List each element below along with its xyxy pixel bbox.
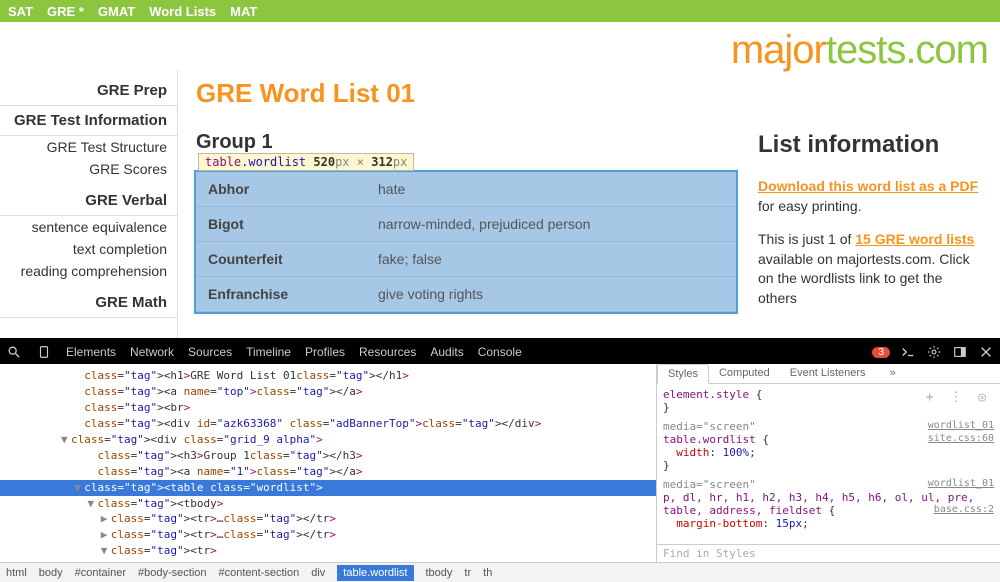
listinfo-para: This is just 1 of 15 GRE word lists avai… — [758, 230, 982, 308]
table-row: Enfranchisegive voting rights — [196, 277, 736, 312]
all-wordlists-link[interactable]: 15 GRE word lists — [855, 231, 974, 247]
inspector-tooltip: table.wordlist 520px × 312px — [198, 153, 414, 171]
dom-node[interactable]: ▶class="tag"><tr>…class="tag"></tr> — [0, 527, 656, 543]
crumb-container[interactable]: #container — [75, 567, 126, 579]
close-icon[interactable] — [978, 344, 994, 360]
logo-row: majortests.com — [0, 22, 1000, 70]
dock-icon[interactable] — [952, 344, 968, 360]
crumb-body[interactable]: body — [39, 567, 63, 579]
styles-panel: Styles Computed Event Listeners » elemen… — [656, 364, 1000, 562]
table-row: Abhorhate — [196, 172, 736, 207]
nav-mat[interactable]: MAT — [230, 4, 257, 19]
download-para: Download this word list as a PDF for eas… — [758, 177, 982, 216]
dom-node[interactable]: class="tag"><a name="1">class="tag"></a> — [0, 464, 656, 480]
devtools-panel: Elements Network Sources Timeline Profil… — [0, 338, 1000, 582]
dom-node[interactable]: ▼class="tag"><table class="wordlist"> — [0, 480, 656, 496]
device-icon[interactable] — [36, 344, 52, 360]
tab-sources[interactable]: Sources — [188, 345, 232, 359]
dom-node[interactable]: ▼class="tag"><div class="grid_9 alpha"> — [0, 432, 656, 448]
sidebar-head-10: GRE Math — [0, 288, 177, 318]
wordlist-table: AbhorhateBigotnarrow-minded, prejudiced … — [196, 172, 736, 312]
top-nav: SAT GRE * GMAT Word Lists MAT — [0, 0, 1000, 22]
styles-tab-styles[interactable]: Styles — [657, 364, 709, 384]
table-row: Counterfeitfake; false — [196, 242, 736, 277]
crumb-html[interactable]: html — [6, 567, 27, 579]
page-title: GRE Word List 01 — [196, 78, 982, 109]
sidebar-item-8[interactable]: reading comprehension — [0, 260, 177, 282]
css-rule[interactable]: media="screen"wordlist_01p, dl, hr, h1, … — [663, 478, 994, 530]
word-cell: Enfranchise — [196, 277, 366, 312]
listinfo-heading: List information — [758, 131, 982, 159]
crumb-tr[interactable]: tr — [464, 567, 471, 579]
nav-gmat[interactable]: GMAT — [98, 4, 135, 19]
def-cell: fake; false — [366, 242, 736, 277]
word-cell: Counterfeit — [196, 242, 366, 277]
dom-node[interactable]: class="tag"><div id="azk63368" class="ad… — [0, 416, 656, 432]
crumb-tbody[interactable]: tbody — [426, 567, 453, 579]
sidebar-item-2[interactable]: GRE Test Structure — [0, 136, 177, 158]
crumb-tablewordlist[interactable]: table.wordlist — [337, 565, 413, 581]
nav-gre[interactable]: GRE * — [47, 4, 84, 19]
logo-part2: tests.com — [826, 28, 988, 72]
tab-timeline[interactable]: Timeline — [246, 345, 291, 359]
word-cell: Bigot — [196, 207, 366, 242]
devtools-toolbar: Elements Network Sources Timeline Profil… — [0, 340, 1000, 364]
site-logo[interactable]: majortests.com — [731, 28, 988, 68]
style-tools[interactable]: + ⋮ ◎ — [926, 390, 990, 405]
elements-tree[interactable]: class="tag"><h1>GRE Word List 01class="t… — [0, 364, 656, 562]
sidebar: GRE PrepGRE Test InformationGRE Test Str… — [0, 70, 178, 338]
search-icon[interactable] — [6, 344, 22, 360]
error-badge[interactable]: 3 — [872, 347, 890, 358]
def-cell: narrow-minded, prejudiced person — [366, 207, 736, 242]
sidebar-item-7[interactable]: text completion — [0, 238, 177, 260]
tab-console[interactable]: Console — [478, 345, 522, 359]
css-rule[interactable]: media="screen"wordlist_01table.wordlist … — [663, 420, 994, 472]
dom-node[interactable]: class="tag"><h3>Group 1class="tag"></h3> — [0, 448, 656, 464]
logo-part1: major — [731, 28, 826, 72]
dom-node[interactable]: class="tag"><a name="top">class="tag"></… — [0, 384, 656, 400]
find-in-styles[interactable]: Find in Styles — [657, 544, 1000, 562]
table-row: Bigotnarrow-minded, prejudiced person — [196, 207, 736, 242]
console-toggle-icon[interactable] — [900, 344, 916, 360]
nav-wordlists[interactable]: Word Lists — [149, 4, 216, 19]
crumb-div[interactable]: div — [311, 567, 325, 579]
sidebar-item-3[interactable]: GRE Scores — [0, 158, 177, 180]
dom-node[interactable]: class="tag"><br> — [0, 400, 656, 416]
dom-node[interactable]: ▼class="tag"><tbody> — [0, 496, 656, 512]
sidebar-head-0: GRE Prep — [0, 76, 177, 106]
word-cell: Abhor — [196, 172, 366, 207]
styles-tab-computed[interactable]: Computed — [709, 364, 780, 383]
sidebar-item-6[interactable]: sentence equivalence — [0, 216, 177, 238]
gear-icon[interactable] — [926, 344, 942, 360]
crumb-body-section[interactable]: #body-section — [138, 567, 207, 579]
tab-network[interactable]: Network — [130, 345, 174, 359]
def-cell: give voting rights — [366, 277, 736, 312]
download-pdf-link[interactable]: Download this word list as a PDF — [758, 178, 978, 194]
sidebar-head-1: GRE Test Information — [0, 106, 177, 136]
styles-tab-listeners[interactable]: Event Listeners — [780, 364, 876, 383]
css-rule[interactable]: element.style {+ ⋮ ◎} — [663, 388, 994, 414]
sidebar-head-5: GRE Verbal — [0, 186, 177, 216]
def-cell: hate — [366, 172, 736, 207]
dom-node[interactable]: class="tag"><h1>GRE Word List 01class="t… — [0, 368, 656, 384]
nav-sat[interactable]: SAT — [8, 4, 33, 19]
tab-profiles[interactable]: Profiles — [305, 345, 345, 359]
tab-audits[interactable]: Audits — [430, 345, 463, 359]
dom-node[interactable]: ▶class="tag"><tr>…class="tag"></tr> — [0, 511, 656, 527]
crumb-th[interactable]: th — [483, 567, 492, 579]
tab-resources[interactable]: Resources — [359, 345, 416, 359]
dom-node[interactable]: ▼class="tag"><tr> — [0, 543, 656, 559]
tab-elements[interactable]: Elements — [66, 345, 116, 359]
crumb-content-section[interactable]: #content-section — [219, 567, 300, 579]
styles-tab-more-icon[interactable]: » — [880, 364, 906, 383]
breadcrumb: html body #container #body-section #content-… — [0, 562, 1000, 582]
group-heading: Group 1 — [196, 131, 738, 154]
